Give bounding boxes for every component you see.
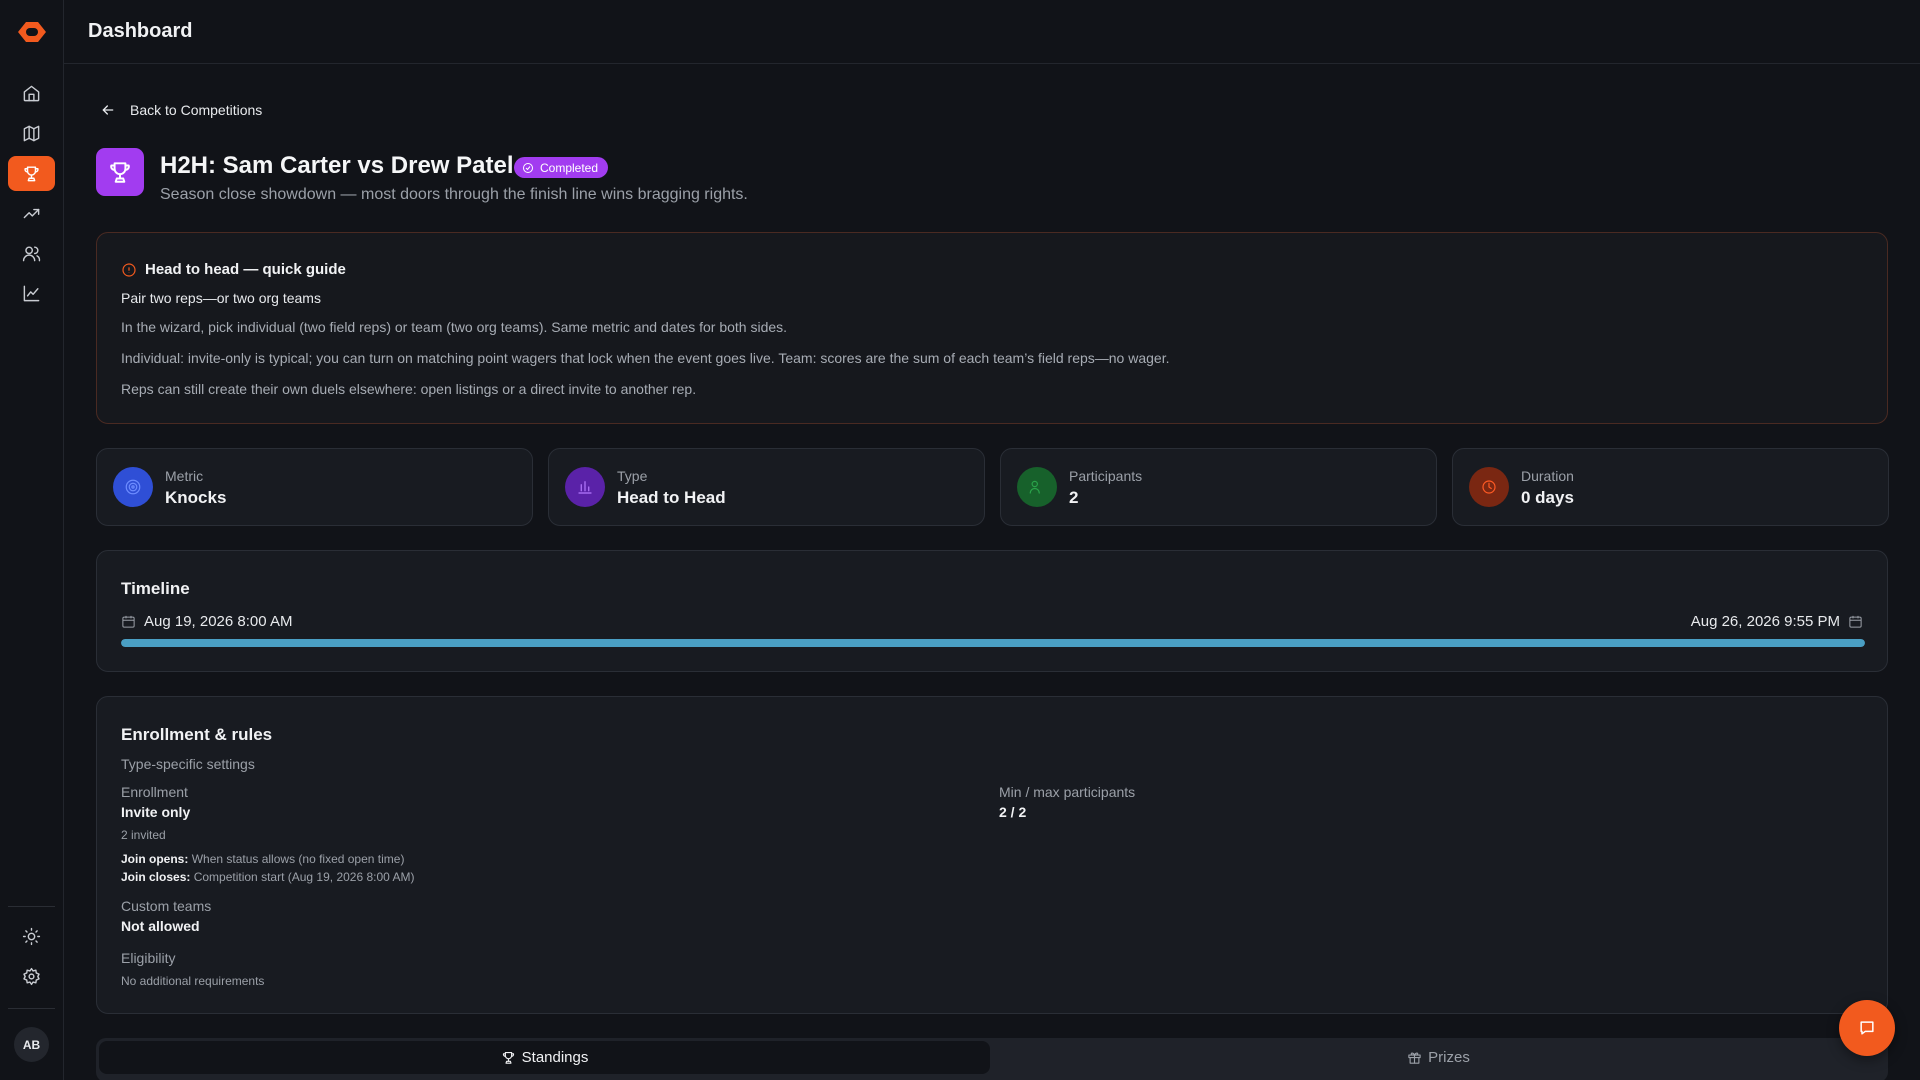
sidebar-item-home[interactable] bbox=[8, 76, 55, 111]
gift-icon bbox=[1408, 1052, 1421, 1064]
stat-value: 2 bbox=[1069, 488, 1079, 507]
page-subtitle: Season close showdown — most doors throu… bbox=[160, 186, 748, 203]
line-chart-icon bbox=[23, 285, 40, 302]
enrollment-rules-card: Enrollment & rules Type-specific setting… bbox=[96, 696, 1888, 1014]
settings-button[interactable] bbox=[8, 959, 55, 994]
stat-label: Participants bbox=[1069, 468, 1143, 484]
app-logo[interactable] bbox=[17, 19, 47, 45]
join-opens-value: When status allows (no fixed open time) bbox=[191, 852, 405, 866]
sidebar: AB bbox=[0, 0, 64, 1080]
competition-header: H2H: Sam Carter vs Drew Patel Completed … bbox=[96, 148, 1888, 208]
join-closes-label: Join closes: bbox=[121, 870, 191, 884]
clock-icon bbox=[1469, 467, 1509, 507]
sidebar-item-map[interactable] bbox=[8, 116, 55, 151]
enrollment-label: Enrollment bbox=[121, 784, 188, 800]
guide-line: Reps can still create their own duels el… bbox=[121, 381, 697, 397]
guide-line: Individual: invite-only is typical; you … bbox=[121, 350, 1170, 366]
timeline-progress-fill bbox=[121, 639, 1865, 647]
page-title: H2H: Sam Carter vs Drew Patel bbox=[160, 152, 514, 179]
back-to-competitions-link[interactable]: Back to Competitions bbox=[100, 102, 262, 118]
trending-up-icon bbox=[23, 208, 40, 219]
join-closes: Join closes: Competition start (Aug 19, … bbox=[121, 870, 415, 884]
competition-icon bbox=[96, 148, 144, 196]
sidebar-divider bbox=[8, 906, 55, 907]
sidebar-item-users[interactable] bbox=[8, 236, 55, 271]
tab-prizes[interactable]: Prizes bbox=[993, 1041, 1884, 1074]
check-circle-icon bbox=[523, 162, 533, 173]
guide-subtitle: Pair two reps—or two org teams bbox=[121, 290, 321, 306]
stat-card-duration: Duration 0 days bbox=[1452, 448, 1889, 526]
calendar-icon bbox=[122, 615, 135, 628]
join-opens-label: Join opens: bbox=[121, 852, 189, 866]
sidebar-item-trends[interactable] bbox=[8, 196, 55, 231]
chat-icon bbox=[1860, 1021, 1874, 1035]
arrow-left-icon bbox=[102, 105, 114, 115]
info-icon bbox=[122, 262, 136, 277]
gear-icon bbox=[23, 967, 40, 986]
sidebar-item-competitions[interactable] bbox=[8, 156, 55, 191]
guide-title: Head to head — quick guide bbox=[145, 261, 346, 278]
guide-header: Head to head — quick guide bbox=[121, 261, 346, 278]
avatar[interactable]: AB bbox=[14, 1027, 49, 1062]
invited-count: 2 invited bbox=[121, 828, 166, 842]
join-opens: Join opens: When status allows (no fixed… bbox=[121, 852, 404, 866]
timeline-start-date: Aug 19, 2026 8:00 AM bbox=[144, 613, 293, 630]
stat-label: Metric bbox=[165, 468, 204, 484]
guide-line: In the wizard, pick individual (two fiel… bbox=[121, 319, 788, 335]
rules-subtitle: Type-specific settings bbox=[121, 756, 255, 772]
bar-chart-icon bbox=[565, 467, 605, 507]
stat-card-participants: Participants 2 bbox=[1000, 448, 1437, 526]
stat-label: Type bbox=[617, 468, 648, 484]
map-icon bbox=[23, 125, 40, 142]
quick-guide-card: Head to head — quick guide Pair two reps… bbox=[96, 232, 1888, 424]
back-link-label: Back to Competitions bbox=[130, 102, 263, 118]
eligibility-value: No additional requirements bbox=[121, 974, 265, 988]
tab-bar: Standings Prizes bbox=[96, 1038, 1888, 1080]
theme-toggle-button[interactable] bbox=[8, 919, 55, 954]
tab-label: Prizes bbox=[1428, 1049, 1470, 1066]
trophy-icon bbox=[110, 162, 130, 183]
enrollment-value: Invite only bbox=[121, 804, 191, 820]
timeline-title: Timeline bbox=[121, 579, 190, 598]
stat-label: Duration bbox=[1521, 468, 1574, 484]
minmax-label: Min / max participants bbox=[999, 784, 1136, 800]
target-icon bbox=[113, 467, 153, 507]
status-badge-label: Completed bbox=[540, 160, 599, 175]
status-badge: Completed bbox=[514, 157, 609, 178]
minmax-value: 2 / 2 bbox=[999, 804, 1027, 820]
page-header-title: Dashboard bbox=[88, 20, 193, 42]
trophy-icon bbox=[502, 1051, 514, 1064]
timeline-start: Aug 19, 2026 8:00 AM bbox=[121, 613, 292, 630]
trophy-icon bbox=[24, 166, 39, 182]
users-icon bbox=[1017, 467, 1057, 507]
sidebar-divider bbox=[8, 1008, 55, 1009]
stat-card-metric: Metric Knocks bbox=[96, 448, 533, 526]
users-icon bbox=[22, 246, 41, 262]
timeline-end-date: Aug 26, 2026 9:55 PM bbox=[1690, 613, 1840, 630]
home-icon bbox=[23, 85, 40, 102]
sun-icon bbox=[22, 927, 41, 946]
rules-title: Enrollment & rules bbox=[121, 725, 273, 744]
sidebar-item-analytics[interactable] bbox=[8, 276, 55, 311]
timeline-progress-track bbox=[121, 639, 1865, 647]
tab-standings[interactable]: Standings bbox=[99, 1041, 990, 1074]
eligibility-label: Eligibility bbox=[121, 950, 176, 966]
stat-value: Knocks bbox=[165, 488, 227, 507]
chat-button[interactable] bbox=[1839, 1000, 1895, 1056]
join-closes-value: Competition start (Aug 19, 2026 8:00 AM) bbox=[193, 870, 415, 884]
stat-value: 0 days bbox=[1521, 488, 1574, 507]
calendar-icon bbox=[1849, 615, 1862, 628]
timeline-end: Aug 26, 2026 9:55 PM bbox=[1691, 613, 1863, 630]
custom-teams-label: Custom teams bbox=[121, 898, 212, 914]
stat-card-type: Type Head to Head bbox=[548, 448, 985, 526]
tab-label: Standings bbox=[521, 1049, 589, 1066]
top-bar: Dashboard bbox=[64, 0, 1920, 64]
stat-value: Head to Head bbox=[617, 488, 726, 507]
timeline-card: Timeline Aug 19, 2026 8:00 AM Aug 26, 20… bbox=[96, 550, 1888, 672]
custom-teams-value: Not allowed bbox=[121, 918, 200, 934]
